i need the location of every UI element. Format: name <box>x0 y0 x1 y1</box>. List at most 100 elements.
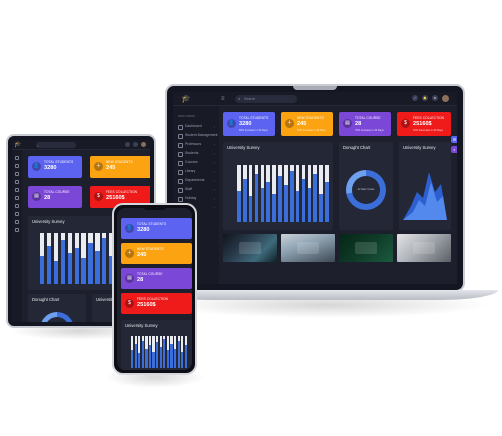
stat-label: TOTAL COURSE <box>137 272 163 276</box>
survey-bar-fill <box>181 351 184 368</box>
sidebar-item-holiday[interactable]: Holiday <box>173 194 219 203</box>
area-chart-svg <box>403 172 447 220</box>
fullscreen-icon[interactable]: ⤢ <box>412 95 418 101</box>
survey-bar <box>88 230 93 284</box>
photo-thumbnail[interactable] <box>281 234 335 262</box>
settings-gear-icon[interactable]: ⚙ <box>432 95 438 101</box>
tablet-search-input[interactable]: ⌕ <box>36 142 76 148</box>
survey-bar <box>145 334 148 368</box>
survey-bar <box>53 230 59 284</box>
sidebar-icon[interactable] <box>15 228 19 232</box>
photo-thumbnail[interactable] <box>339 234 393 262</box>
user-avatar[interactable] <box>141 142 146 147</box>
laptop-main: 👤 TOTAL STUDENTS 3280 80% Increase in 20… <box>223 112 453 284</box>
photo-thumbnail[interactable] <box>397 234 451 262</box>
sidebar-icon[interactable] <box>15 172 19 176</box>
donut-ring: Ac Nam Ceres <box>346 170 386 210</box>
survey-bar <box>134 334 137 368</box>
donut-chart-panel: Donught Chart Ac Nam Ceres <box>339 142 393 230</box>
settings-gear-icon[interactable]: ⚙ <box>451 136 457 143</box>
stat-card-total-students[interactable]: 👤 TOTAL STUDENTS 3280 <box>121 218 192 239</box>
sidebar-item-students[interactable]: Students <box>173 149 219 158</box>
stat-label: FEES COLLECTION <box>106 190 138 194</box>
notification-bell-icon[interactable]: 🔔 <box>422 95 428 101</box>
notification-bell-icon[interactable] <box>125 142 130 147</box>
sidebar-item-student-management[interactable]: Student Management <box>173 131 219 140</box>
survey-bar-fill <box>237 190 241 222</box>
sidebar-item-courses[interactable]: Courses <box>173 158 219 167</box>
survey-bar <box>60 230 66 284</box>
survey-bar-fill <box>248 196 253 222</box>
user-plus-icon: ＋ <box>285 119 294 128</box>
stat-card-total-course[interactable]: ▤ TOTAL COURSE 28 <box>28 186 82 208</box>
sidebar-icon[interactable] <box>15 156 19 160</box>
stat-card-total-students[interactable]: 👤 TOTAL STUDENTS 3280 <box>28 156 82 178</box>
sidebar-icon[interactable] <box>15 220 19 224</box>
panel-title: University Survey <box>32 219 65 224</box>
sidebar-icon[interactable] <box>15 180 19 184</box>
survey-bar <box>156 334 159 368</box>
survey-bar <box>163 334 166 368</box>
tablet-topbar: 🎓 ⌕ <box>12 140 150 150</box>
stat-value: 245 <box>106 165 116 171</box>
survey-bar <box>74 230 79 284</box>
sidebar-icon[interactable] <box>15 188 19 192</box>
sidebar-item-dashboard[interactable]: Dashboard <box>173 122 219 131</box>
sidebar-item-staff[interactable]: Staff <box>173 185 219 194</box>
survey-bar-fill <box>177 340 180 368</box>
stat-value: 3280 <box>239 121 252 127</box>
graduation-cap-logo-icon[interactable]: 🎓 <box>14 140 24 150</box>
survey-bar-fill <box>272 193 276 222</box>
university-survey-panel: University Survey <box>121 320 192 370</box>
stat-card-fees-collection[interactable]: $ FEES COLLECTION 25160$ <box>121 293 192 314</box>
panel-title: University Survey <box>125 323 158 328</box>
book-icon: ▤ <box>32 192 41 201</box>
stat-label: TOTAL COURSE <box>44 190 70 194</box>
user-avatar[interactable] <box>442 95 449 102</box>
photo-thumbnail[interactable] <box>223 234 277 262</box>
stat-card-new-students[interactable]: ＋ NEW STUDENTS 245 <box>121 243 192 264</box>
survey-bar <box>289 162 294 222</box>
survey-bar-fill <box>284 184 288 222</box>
stat-card-total-students[interactable]: 👤 TOTAL STUDENTS 3280 80% Increase in 20… <box>223 112 275 136</box>
sidebar-icon[interactable] <box>15 164 19 168</box>
stat-card-fees-collection[interactable]: $ FEES COLLECTION 25160$ 30% Decrease in… <box>397 112 451 136</box>
sidebar-item-departments[interactable]: Departments <box>173 176 219 185</box>
laptop-lid: 🎓 ≡ ⌕ Search ⤢ 🔔 ⚙ MAIN MENU Dashboard S… <box>165 84 465 292</box>
stat-card-total-course[interactable]: ▤ TOTAL COURSE 28 <box>121 268 192 289</box>
survey-bar-fill <box>325 182 329 222</box>
sidebar-icon[interactable] <box>15 196 19 200</box>
survey-bar <box>260 162 265 222</box>
laptop-search-input[interactable]: ⌕ Search <box>235 95 297 103</box>
survey-bar <box>102 230 107 284</box>
graduation-cap-logo-icon[interactable]: 🎓 <box>181 94 191 104</box>
sidebar-icon[interactable] <box>15 204 19 208</box>
donut-chart-panel: Donught Chart <box>28 294 86 322</box>
book-icon: ▤ <box>125 274 134 283</box>
sidebar-item-professors[interactable]: Professors <box>173 140 219 149</box>
laptop-topbar: 🎓 ≡ ⌕ Search ⤢ 🔔 ⚙ <box>173 92 457 106</box>
menu-toggle-icon[interactable]: ≡ <box>221 95 225 103</box>
stat-card-new-students[interactable]: ＋ NEW STUDENTS 245 50% Increase in 25 Da… <box>281 112 333 136</box>
palette-icon[interactable]: ◐ <box>451 146 457 153</box>
cash-icon: $ <box>94 192 103 201</box>
survey-bar-fill <box>148 345 152 368</box>
stat-value: 3280 <box>44 165 57 171</box>
sidebar-icon[interactable] <box>15 212 19 216</box>
survey-bar <box>138 334 141 368</box>
survey-bar <box>237 162 241 222</box>
survey-bar-fill <box>40 255 45 284</box>
survey-bar <box>301 162 306 222</box>
stat-sub: 76% Increase in 20 Days <box>355 129 384 132</box>
survey-bar-fill <box>170 343 173 368</box>
survey-bar-fill <box>141 340 144 368</box>
user-icon: 👤 <box>125 224 134 233</box>
survey-bar <box>242 162 247 222</box>
panel-title: Donught Chart <box>32 297 60 302</box>
survey-bar-fill <box>60 240 66 284</box>
user-plus-icon: ＋ <box>94 162 103 171</box>
stat-card-total-course[interactable]: ▤ TOTAL COURSE 28 76% Increase in 20 Day… <box>339 112 391 136</box>
stat-card-new-students[interactable]: ＋ NEW STUDENTS 245 <box>90 156 150 178</box>
sidebar-item-library[interactable]: Library <box>173 167 219 176</box>
settings-gear-icon[interactable] <box>133 142 138 147</box>
